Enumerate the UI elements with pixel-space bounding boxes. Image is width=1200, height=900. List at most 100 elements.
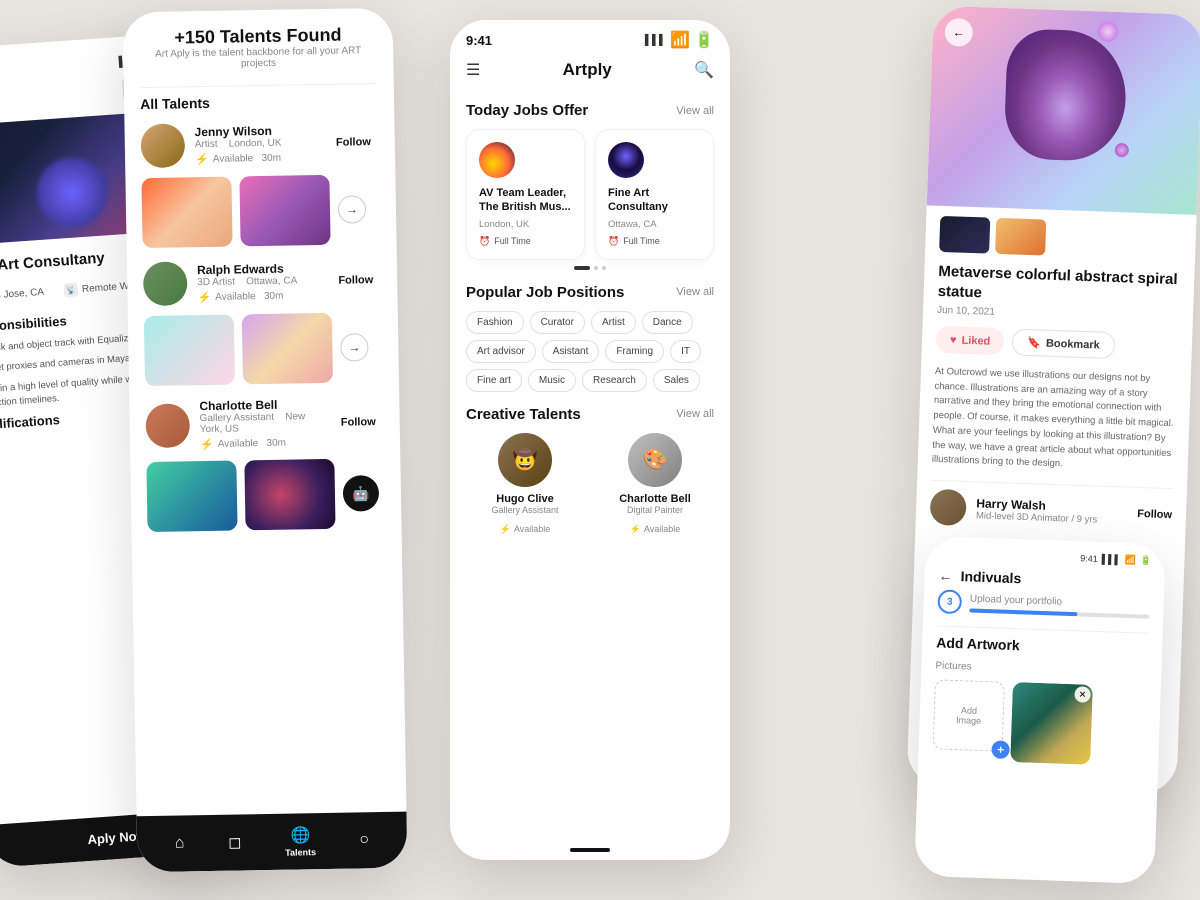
artwork-arrow-1[interactable]: → bbox=[338, 195, 366, 223]
hugo-available: ⚡ Available bbox=[500, 524, 551, 535]
thumb-warm[interactable] bbox=[995, 218, 1046, 256]
phone5-back-button[interactable]: ← bbox=[938, 567, 953, 583]
charlotte2-name: Charlotte Bell bbox=[596, 493, 714, 505]
tag-artist[interactable]: Artist bbox=[591, 311, 636, 334]
artwork-thumb-teal bbox=[144, 315, 235, 387]
artwork-thumb-orange bbox=[141, 177, 232, 249]
artwork-thumb-warm bbox=[242, 313, 333, 385]
hero-blob bbox=[35, 155, 110, 230]
jenny-follow-button[interactable]: Follow bbox=[328, 132, 379, 153]
charlotte2-available: ⚡ Available bbox=[630, 524, 681, 535]
av-job-location: London, UK bbox=[479, 219, 572, 230]
today-jobs-view-all[interactable]: View all bbox=[676, 105, 714, 117]
today-jobs-header: Today Jobs Offer View all bbox=[466, 102, 714, 119]
creative-talents-row: 🤠 Hugo Clive Gallery Assistant ⚡ Availab… bbox=[466, 433, 714, 537]
hugo-name: Hugo Clive bbox=[466, 493, 584, 505]
talent-card-jenny: Jenny Wilson Artist London, UK ⚡ Availab… bbox=[140, 120, 379, 168]
charlotte2-avatar: 🎨 bbox=[628, 433, 682, 487]
tag-framing[interactable]: Framing bbox=[605, 340, 664, 363]
add-image-label: Add bbox=[961, 705, 977, 716]
creative-talents-view-all[interactable]: View all bbox=[676, 408, 714, 420]
heart-icon: ♥ bbox=[950, 334, 957, 346]
tag-curator[interactable]: Curator bbox=[530, 311, 585, 334]
artwork-title: Metaverse colorful abstract spiral statu… bbox=[937, 262, 1180, 309]
bot-icon[interactable]: 🤖 bbox=[343, 475, 380, 512]
talents-sub: Art Aply is the talent backbone for all … bbox=[139, 45, 377, 71]
phone5-header: ← Indivuals bbox=[938, 567, 1150, 590]
search-button[interactable]: 🔍 bbox=[694, 60, 714, 80]
phone2-talents-list: +150 Talents Found Art Aply is the talen… bbox=[123, 8, 408, 873]
tag-asistant[interactable]: Asistant bbox=[542, 340, 600, 363]
nav-talents[interactable]: 🌐 Talents bbox=[285, 825, 316, 858]
talent-card-ralph: Ralph Edwards 3D Artist Ottawa, CA ⚡ Ava… bbox=[143, 258, 382, 306]
ralph-role: 3D Artist Ottawa, CA bbox=[197, 275, 320, 288]
bookmark-icon-btn: 🔖 bbox=[1027, 336, 1041, 349]
phone5-onboarding: 9:41 ▌▌▌ 📶 🔋 ← Indivuals 3 Upload your p… bbox=[914, 536, 1166, 884]
nav-bag[interactable]: ◻ bbox=[228, 832, 242, 852]
phone5-status-bar: 9:41 ▌▌▌ 📶 🔋 bbox=[939, 548, 1151, 566]
tag-music[interactable]: Music bbox=[528, 369, 576, 392]
app-title: Artply bbox=[563, 60, 612, 80]
av-job-icon bbox=[479, 142, 515, 178]
phone3-time: 9:41 bbox=[466, 33, 492, 48]
action-buttons: ♥ Liked 🔖 Bookmark bbox=[936, 326, 1179, 361]
pictures-label: Pictures bbox=[935, 660, 1147, 678]
indicator-active bbox=[574, 266, 590, 270]
tag-it[interactable]: IT bbox=[670, 340, 701, 363]
progress-fill bbox=[969, 608, 1077, 616]
nav-profile[interactable]: ○ bbox=[359, 831, 369, 849]
artwork-row-3: 🤖 bbox=[146, 458, 385, 532]
thumb-dark[interactable] bbox=[939, 216, 990, 254]
job-card-fineart[interactable]: Fine ArtConsultany Ottawa, CA ⏰ Full Tim… bbox=[595, 129, 714, 260]
fineart-job-title: Fine ArtConsultany bbox=[608, 186, 701, 215]
indicator-dot-2 bbox=[594, 266, 598, 270]
charlotte-follow-button[interactable]: Follow bbox=[333, 412, 384, 433]
phone3-scroll-area: Today Jobs Offer View all AV Team Leader… bbox=[450, 88, 730, 840]
globe-icon: 🌐 bbox=[290, 825, 310, 845]
jenny-info: Jenny Wilson Artist London, UK ⚡ Availab… bbox=[194, 123, 318, 166]
ralph-follow-button[interactable]: Follow bbox=[330, 270, 381, 291]
battery-icon: 🔋 bbox=[694, 30, 714, 50]
liked-button[interactable]: ♥ Liked bbox=[936, 326, 1005, 355]
phone5-wifi: 📶 bbox=[1125, 555, 1137, 566]
tag-fashion[interactable]: Fashion bbox=[466, 311, 524, 334]
add-plus-icon: + bbox=[991, 740, 1010, 759]
popular-positions-title: Popular Job Positions bbox=[466, 284, 624, 301]
artwork-arrow-2[interactable]: → bbox=[340, 333, 368, 361]
talent-mini-charlotte: 🎨 Charlotte Bell Digital Painter ⚡ Avail… bbox=[596, 433, 714, 537]
hugo-role: Gallery Assistant bbox=[466, 505, 584, 515]
status-icons: ▌▌▌ 📶 🔋 bbox=[645, 30, 714, 50]
popular-positions-view-all[interactable]: View all bbox=[676, 286, 714, 298]
phone5-battery: 🔋 bbox=[1140, 555, 1152, 566]
author-avatar bbox=[930, 489, 967, 526]
phone5-screen-title: Indivuals bbox=[960, 568, 1021, 586]
blob-ball-1 bbox=[1098, 21, 1119, 42]
phone4-back-button[interactable]: ← bbox=[944, 18, 973, 47]
tag-dance[interactable]: Dance bbox=[642, 311, 693, 334]
lightning-icon-jenny: ⚡ bbox=[195, 152, 209, 165]
tag-fine-art[interactable]: Fine art bbox=[466, 369, 522, 392]
signal-icon: ▌▌▌ bbox=[645, 35, 666, 46]
hamburger-icon[interactable]: ☰ bbox=[466, 60, 480, 80]
add-image-label2: Image bbox=[956, 715, 981, 726]
add-image-button[interactable]: Add Image + bbox=[933, 679, 1005, 751]
ralph-info: Ralph Edwards 3D Artist Ottawa, CA ⚡ Ava… bbox=[197, 261, 321, 304]
nav-home[interactable]: ⌂ bbox=[175, 834, 185, 852]
av-job-type: ⏰ Full Time bbox=[479, 236, 572, 247]
clock-icon-av: ⏰ bbox=[479, 236, 490, 247]
tag-research[interactable]: Research bbox=[582, 369, 647, 392]
tag-sales[interactable]: Sales bbox=[653, 369, 700, 392]
phone2-header: +150 Talents Found Art Aply is the talen… bbox=[139, 24, 378, 71]
home-icon: ⌂ bbox=[175, 834, 185, 852]
author-follow-button[interactable]: Follow bbox=[1137, 508, 1172, 521]
av-job-title: AV Team Leader,The British Mus... bbox=[479, 186, 572, 215]
tag-art-advisor[interactable]: Art advisor bbox=[466, 340, 536, 363]
popular-positions-header: Popular Job Positions View all bbox=[466, 284, 714, 301]
fineart-job-icon bbox=[608, 142, 644, 178]
phone3-status-bar: 9:41 ▌▌▌ 📶 🔋 bbox=[450, 20, 730, 54]
artwork-row-2: → bbox=[144, 312, 383, 386]
job-card-av[interactable]: AV Team Leader,The British Mus... London… bbox=[466, 129, 585, 260]
location-item: 📍 San Jose, CA bbox=[0, 285, 44, 304]
bookmark-button[interactable]: 🔖 Bookmark bbox=[1012, 328, 1115, 359]
phone4-hero-image: ← bbox=[927, 6, 1200, 215]
